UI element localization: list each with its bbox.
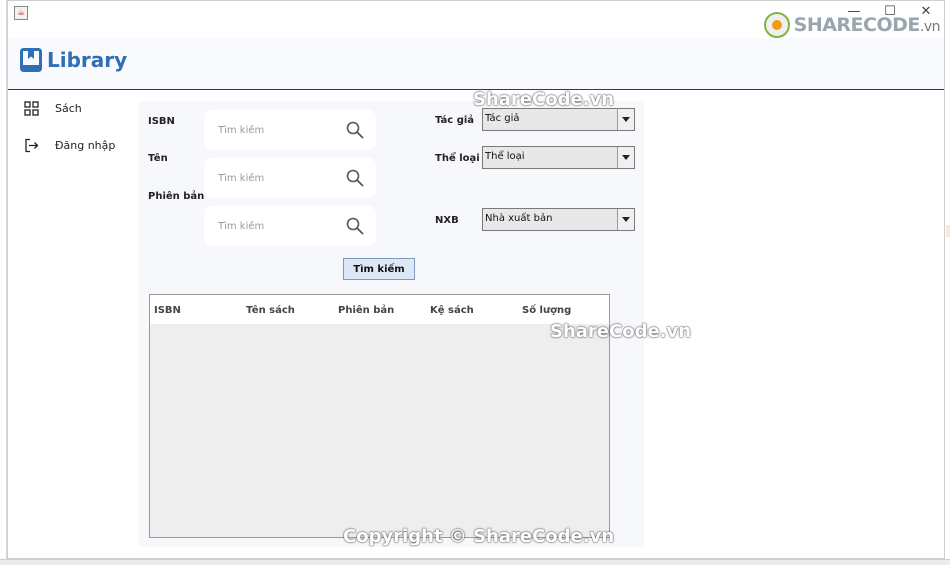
author-dropdown[interactable]: Tác giả (482, 108, 635, 131)
search-button[interactable]: Tìm kiếm (343, 258, 415, 280)
category-dropdown-value: Thể loại (485, 151, 525, 162)
brand: Library (20, 48, 127, 72)
edition-search-input[interactable] (218, 218, 338, 234)
sidebar-item-login[interactable]: Đăng nhập (24, 138, 115, 153)
chevron-down-icon[interactable] (617, 147, 634, 168)
search-icon[interactable] (346, 121, 364, 139)
login-icon (25, 138, 39, 153)
search-icon[interactable] (346, 169, 364, 187)
watermark-bottom: Copyright © ShareCode.vn (343, 526, 615, 547)
author-dropdown-value: Tác giả (485, 113, 520, 124)
sidebar: Sách Đăng nhập (8, 91, 128, 558)
sharecode-logo: SHARECODE.vn (763, 12, 941, 38)
app-title: Library (47, 48, 128, 72)
table-header: ISBN Tên sách Phiên bản Kệ sách Số lượng (150, 295, 609, 324)
java-app-icon: ☕ (14, 6, 28, 20)
background-ide-highlight (946, 225, 950, 237)
chevron-down-icon[interactable] (617, 209, 634, 230)
edition-search-box (204, 206, 376, 246)
name-search-box (204, 158, 376, 198)
edition-label: Phiên bản (148, 191, 205, 202)
sidebar-item-label: Sách (55, 102, 82, 115)
grid-icon (24, 101, 39, 116)
chevron-down-icon[interactable] (617, 109, 634, 130)
isbn-search-input[interactable] (218, 122, 338, 138)
library-window: ☕ — ☐ ✕ Library Sách Đăng nhập ISBN Tên … (7, 0, 945, 559)
name-search-input[interactable] (218, 170, 338, 186)
category-label: Thể loại (435, 153, 480, 164)
column-header-shelf[interactable]: Kệ sách (430, 305, 474, 316)
watermark-top: ShareCode.vn (473, 89, 615, 110)
sharecode-logo-icon (763, 12, 790, 38)
background-ide-footer (0, 559, 950, 565)
watermark-middle: ShareCode.vn (550, 321, 692, 342)
isbn-search-box (204, 110, 376, 150)
column-header-title[interactable]: Tên sách (246, 305, 295, 316)
publisher-label: NXB (435, 215, 459, 226)
publisher-dropdown[interactable]: Nhà xuất bản (482, 208, 635, 231)
sidebar-item-label: Đăng nhập (55, 139, 116, 152)
publisher-dropdown-value: Nhà xuất bản (485, 213, 553, 224)
author-label: Tác giả (435, 115, 475, 126)
search-icon[interactable] (346, 217, 364, 235)
column-header-isbn[interactable]: ISBN (154, 305, 181, 316)
category-dropdown[interactable]: Thể loại (482, 146, 635, 169)
background-ide-strip (0, 0, 7, 565)
name-label: Tên (148, 153, 168, 164)
sharecode-logo-text: SHARECODE.vn (793, 14, 941, 36)
isbn-label: ISBN (148, 116, 175, 127)
sidebar-item-books[interactable]: Sách (24, 101, 82, 116)
column-header-quantity[interactable]: Số lượng (522, 305, 571, 316)
column-header-edition[interactable]: Phiên bản (338, 305, 394, 316)
bookmark-book-icon (20, 48, 42, 72)
app-header: Library (8, 38, 944, 90)
books-table[interactable]: ISBN Tên sách Phiên bản Kệ sách Số lượng (149, 294, 610, 538)
